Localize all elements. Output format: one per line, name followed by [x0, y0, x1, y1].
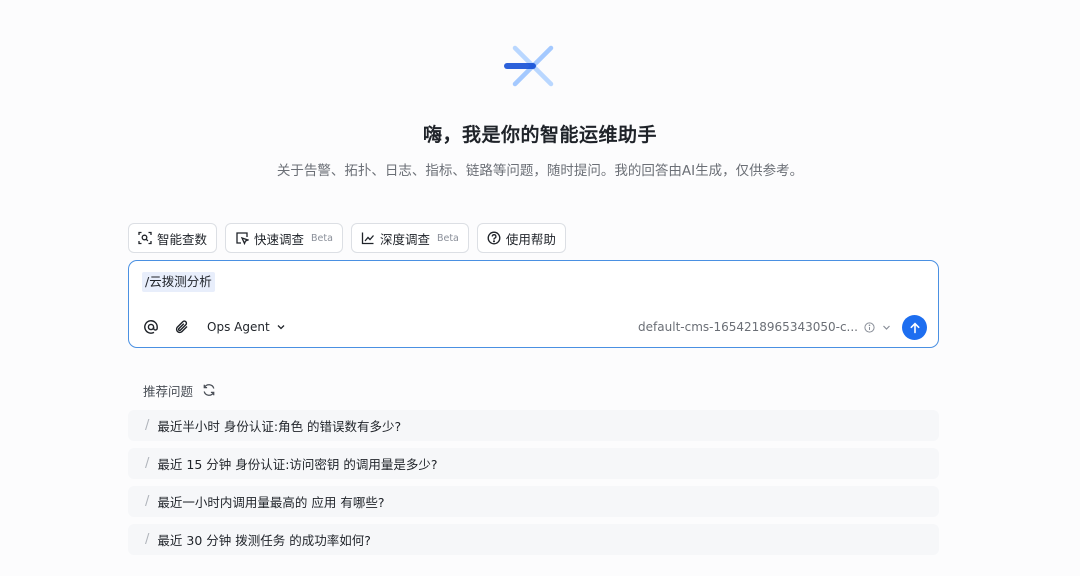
chevron-down-icon [277, 325, 285, 330]
slash-icon: / [145, 418, 150, 433]
ops-assistant-page: 嗨，我是你的智能运维助手 关于告警、拓扑、日志、指标、链路等问题，随时提问。我的… [0, 0, 1080, 576]
question-text: 最近 30 分钟 拨测任务 的成功率如何? [157, 533, 371, 548]
recommended-question[interactable]: / 最近 30 分钟 拨测任务 的成功率如何? [128, 524, 939, 555]
attachment-icon[interactable] [174, 319, 190, 335]
recommended-question[interactable]: / 最近 15 分钟 身份认证:访问密钥 的调用量是多少? [128, 448, 939, 479]
beta-badge: Beta [311, 232, 333, 244]
quick-investigate-button[interactable]: 快速调查 Beta [225, 223, 343, 253]
sparkle-logo-icon [500, 37, 566, 95]
recommended-question[interactable]: / 最近半小时 身份认证:角色 的错误数有多少? [128, 410, 939, 441]
agent-label: Ops Agent [207, 320, 270, 334]
question-text: 最近一小时内调用量最高的 应用 有哪些? [157, 495, 385, 510]
mode-label: 深度调查 [379, 231, 430, 247]
info-icon[interactable] [864, 321, 875, 333]
beta-badge: Beta [436, 232, 459, 244]
mode-label: 快速调查 [254, 231, 305, 247]
workspace-name: default-cms-1654218965343050-c... [638, 320, 858, 334]
mention-icon[interactable] [143, 319, 159, 335]
mode-label: 使用帮助 [505, 231, 556, 247]
command-chip[interactable]: /云拨测分析 [142, 272, 215, 292]
smart-query-button[interactable]: 智能查数 [128, 223, 218, 253]
help-circle-icon [487, 231, 501, 245]
question-text: 最近半小时 身份认证:角色 的错误数有多少? [157, 419, 402, 434]
recommended-list: / 最近半小时 身份认证:角色 的错误数有多少? / 最近 15 分钟 身份认证… [128, 410, 939, 562]
cursor-select-icon [236, 232, 250, 245]
chat-composer[interactable]: /云拨测分析 Ops Agent default-cms-16542189653… [128, 260, 939, 348]
arrow-up-icon [910, 321, 919, 333]
recommended-title: 推荐问题 [143, 383, 194, 399]
page-title: 嗨，我是你的智能运维助手 [422, 124, 657, 146]
mode-toolbar: 智能查数 快速调查 Beta 深度调查 Beta 使用帮助 [128, 223, 566, 253]
slash-icon: / [145, 532, 150, 547]
deep-investigate-button[interactable]: 深度调查 Beta [350, 223, 469, 253]
chevron-down-icon [883, 325, 890, 330]
mode-label: 智能查数 [157, 231, 208, 247]
recommended-header: 推荐问题 [143, 381, 216, 399]
scan-search-icon [138, 231, 152, 245]
question-text: 最近 15 分钟 身份认证:访问密钥 的调用量是多少? [157, 457, 438, 472]
agent-selector[interactable]: Ops Agent [207, 319, 286, 335]
page-subtitle: 关于告警、拓扑、日志、指标、链路等问题，随时提问。我的回答由AI生成，仅供参考。 [276, 163, 804, 179]
slash-icon: / [145, 494, 150, 509]
help-button[interactable]: 使用帮助 [476, 223, 566, 253]
workspace-selector[interactable]: default-cms-1654218965343050-c... [638, 319, 892, 335]
refresh-icon[interactable] [202, 383, 216, 397]
recommended-question[interactable]: / 最近一小时内调用量最高的 应用 有哪些? [128, 486, 939, 517]
chart-analysis-icon [361, 232, 374, 245]
send-button[interactable] [902, 315, 927, 340]
slash-icon: / [145, 456, 150, 471]
